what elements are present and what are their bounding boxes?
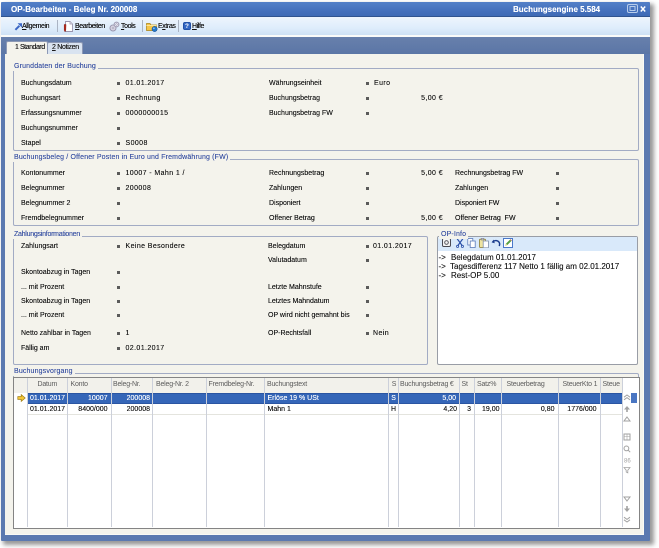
svg-text:?: ?: [185, 23, 189, 30]
svg-text:86: 86: [624, 459, 631, 465]
